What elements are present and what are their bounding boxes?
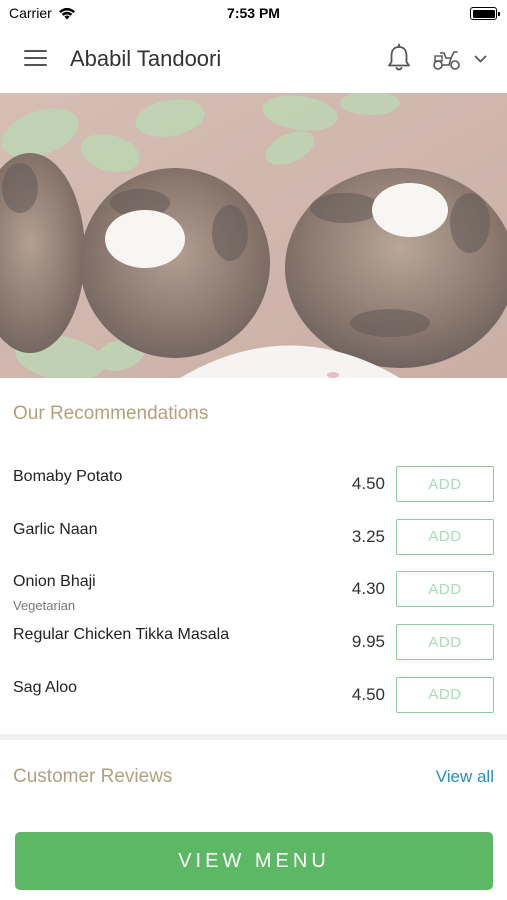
status-bar: Carrier 7:53 PM [0,0,507,26]
item-price: 4.50 [351,684,385,704]
add-button[interactable]: ADD [396,518,494,555]
item-name: Bomaby Potato [13,468,123,485]
item-price: 9.95 [351,632,385,652]
recommendations-list: Bomaby Potato 4.50 ADD Garlic Naan 3.25 … [0,458,507,721]
bell-icon[interactable] [386,43,412,73]
app-header: Ababil Tandoori [0,26,507,93]
item-name: Garlic Naan [13,520,98,538]
item-name: Sag Aloo [13,678,78,696]
chevron-down-icon[interactable] [474,55,487,64]
section-divider [0,734,507,740]
add-button[interactable]: ADD [396,571,494,608]
hero-food-image [0,93,507,378]
delivery-icon[interactable] [432,48,462,72]
view-all-link[interactable]: View all [436,767,494,787]
list-item: Regular Chicken Tikka Masala 9.95 ADD [0,616,507,669]
item-price: 4.50 [351,474,385,493]
list-item: Bomaby Potato 4.50 ADD [0,458,507,511]
add-button[interactable]: ADD [396,466,494,502]
item-name: Regular Chicken Tikka Masala [13,626,230,644]
status-time: 7:53 PM [227,5,280,21]
item-price: 4.30 [351,579,385,599]
item-name: Onion Bhaji [13,573,96,591]
restaurant-title: Ababil Tandoori [70,46,222,71]
item-price: 3.25 [351,526,385,546]
add-button[interactable]: ADD [396,676,494,713]
add-button[interactable]: ADD [396,624,494,661]
item-subtitle: Vegetarian [13,598,76,614]
recommendations-title: Our Recommendations [13,403,209,424]
view-menu-button[interactable]: VIEW MENU [15,832,493,890]
list-item: Garlic Naan 3.25 ADD [0,511,507,564]
list-item: Onion Bhaji Vegetarian 4.30 ADD [0,563,507,616]
reviews-title: Customer Reviews [13,766,173,787]
battery-icon [470,7,500,20]
menu-icon[interactable] [24,49,47,67]
list-item: Sag Aloo 4.50 ADD [0,669,507,722]
